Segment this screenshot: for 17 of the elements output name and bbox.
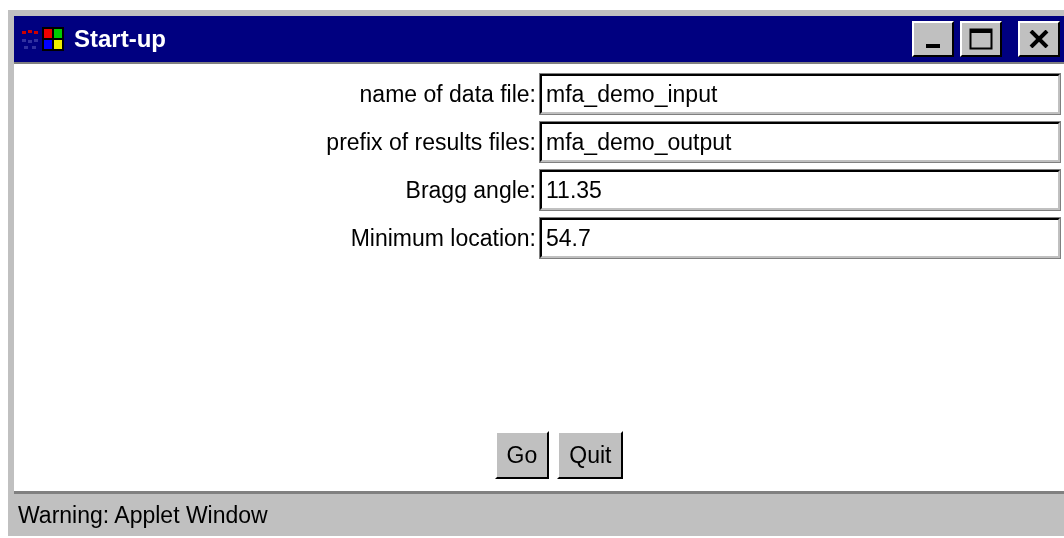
- close-button[interactable]: [1018, 21, 1060, 57]
- field-label: prefix of results files:: [325, 128, 537, 156]
- field-label: name of data file:: [358, 80, 537, 108]
- close-icon: [1029, 30, 1049, 48]
- go-button[interactable]: Go: [494, 431, 550, 479]
- input-field[interactable]: mfa_demo_input: [540, 74, 1060, 114]
- maximize-icon: [969, 28, 993, 50]
- input-field[interactable]: mfa_demo_output: [540, 122, 1060, 162]
- window-title: Start-up: [74, 25, 167, 53]
- field-label: Minimum location:: [349, 224, 537, 252]
- input-field[interactable]: 54.7: [540, 218, 1060, 258]
- field-label: Bragg angle:: [404, 176, 537, 204]
- maximize-button[interactable]: [960, 21, 1002, 57]
- minimize-icon: [926, 44, 940, 48]
- quit-button[interactable]: Quit: [557, 431, 624, 479]
- minimize-button[interactable]: [912, 21, 954, 57]
- input-field[interactable]: 11.35: [540, 170, 1060, 210]
